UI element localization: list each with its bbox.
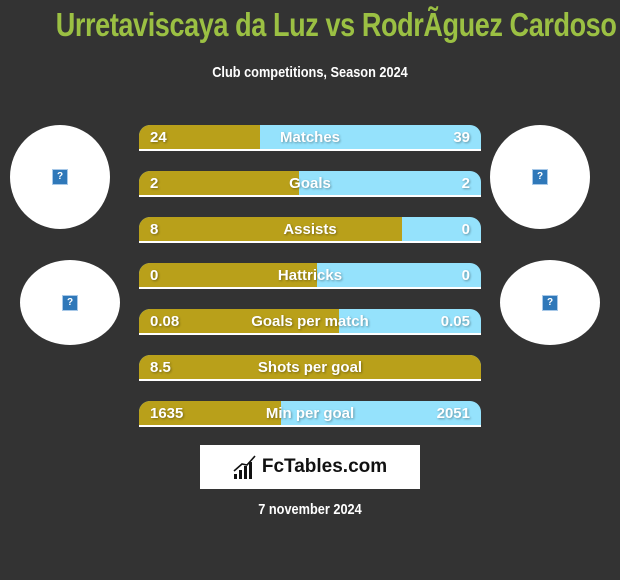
stat-row: 8 Assists 0 <box>139 217 481 243</box>
page-title: Urretaviscaya da Luz vs RodrÃguez Cardos… <box>55 6 617 43</box>
bar-chart-icon <box>233 455 256 479</box>
stat-row: 1635 Min per goal 2051 <box>139 401 481 427</box>
right-value: 2 <box>461 175 470 192</box>
fctables-logo[interactable]: FcTables.com <box>200 445 420 489</box>
right-value: 0.05 <box>440 313 470 330</box>
missing-image-icon: ? <box>52 169 68 185</box>
stat-label: Hattricks <box>277 267 343 284</box>
stat-row: 0 Hattricks 0 <box>139 263 481 289</box>
right-player-photo: ? <box>490 125 590 229</box>
stat-row: 24 Matches 39 <box>139 125 481 151</box>
right-club-logo: ? <box>500 260 600 345</box>
missing-image-icon: ? <box>532 169 548 185</box>
stat-row: 8.5 Shots per goal <box>139 355 481 381</box>
stat-label: Shots per goal <box>257 359 363 376</box>
page-subtitle: Club competitions, Season 2024 <box>212 64 408 81</box>
right-value: 0 <box>461 267 470 284</box>
right-value: 2051 <box>436 405 470 422</box>
left-club-logo: ? <box>20 260 120 345</box>
right-value: 39 <box>453 129 470 146</box>
left-player-photo: ? <box>10 125 110 229</box>
stat-label: Matches <box>279 129 341 146</box>
date-label: 7 november 2024 <box>258 501 362 518</box>
missing-image-icon: ? <box>542 294 558 311</box>
stat-row: 2 Goals 2 <box>139 171 481 197</box>
stat-label: Min per goal <box>265 405 355 422</box>
right-value: 0 <box>461 221 470 238</box>
stat-row: 0.08 Goals per match 0.05 <box>139 309 481 335</box>
missing-image-icon: ? <box>62 294 78 311</box>
logo-text: FcTables.com <box>261 456 388 477</box>
stat-label: Assists <box>283 221 337 238</box>
stat-label: Goals <box>289 175 331 192</box>
stat-label: Goals per match <box>251 313 369 330</box>
